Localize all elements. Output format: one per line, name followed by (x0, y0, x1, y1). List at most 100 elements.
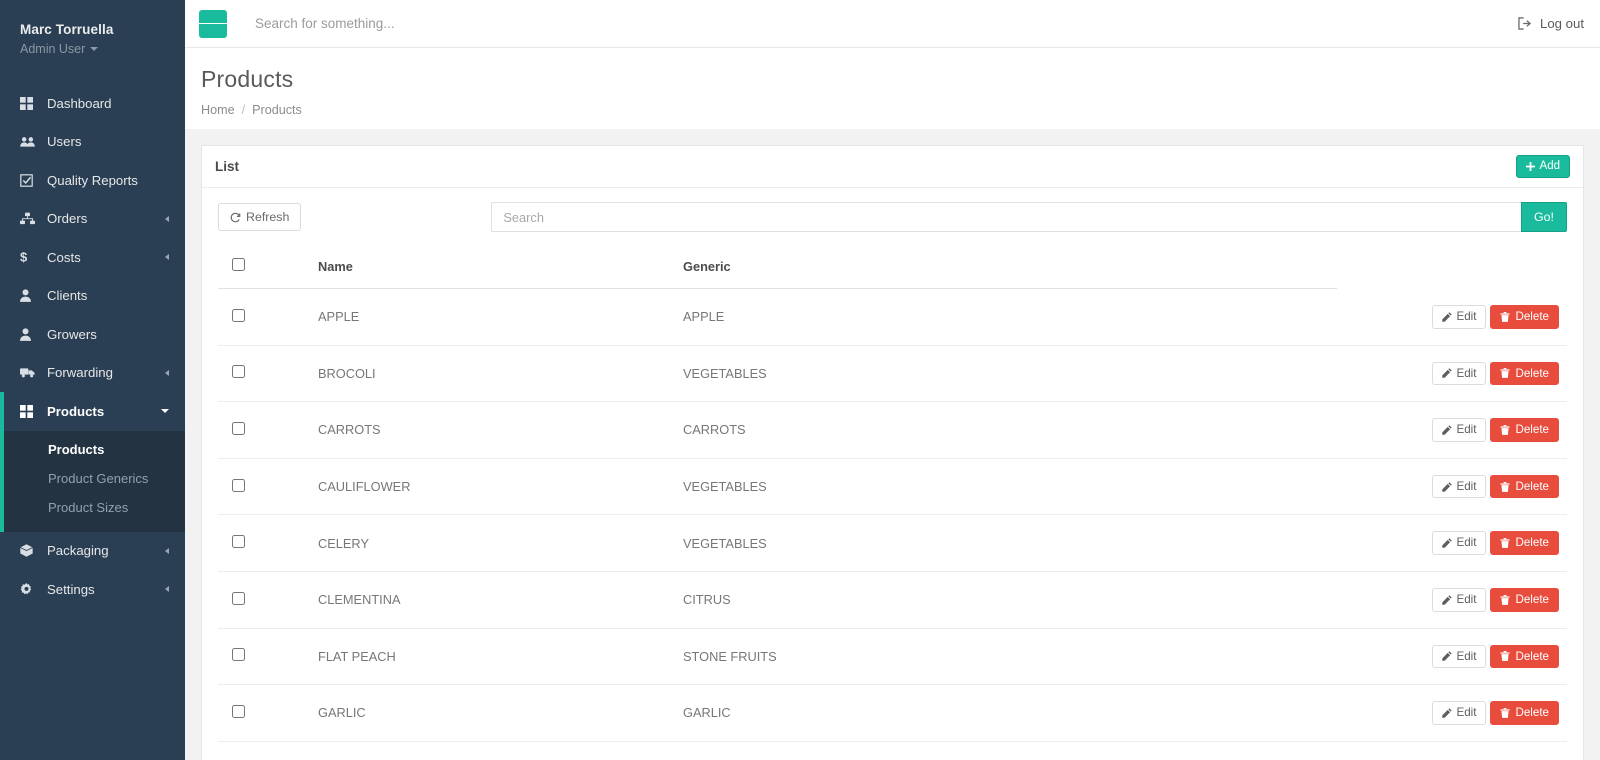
table-row: CLEMENTINA CITRUS Edit Delete (218, 571, 1567, 629)
list-search-group: Go! (491, 202, 1567, 232)
sitemap-icon (20, 212, 35, 225)
sidebar-item-dashboard[interactable]: Dashboard (0, 84, 185, 123)
sidebar-link-packaging[interactable]: Packaging (0, 532, 185, 571)
delete-button[interactable]: Delete (1490, 474, 1559, 499)
column-header-generic[interactable]: Generic (683, 248, 1337, 289)
sidebar-link-costs[interactable]: $ Costs (0, 238, 185, 277)
row-checkbox[interactable] (232, 308, 245, 322)
submenu-link-product-generics[interactable]: Product Generics (0, 464, 185, 493)
edit-button[interactable]: Edit (1431, 305, 1487, 329)
submenu-item-product-generics[interactable]: Product Generics (0, 464, 185, 493)
edit-button[interactable]: Edit (1431, 531, 1487, 555)
row-checkbox[interactable] (232, 478, 245, 492)
hamburger-icon[interactable] (199, 9, 227, 38)
sidebar-link-orders[interactable]: Orders (0, 200, 185, 239)
chevron-right-icon (165, 254, 169, 261)
table-row: CELERY VEGETABLES Edit Delete (218, 514, 1567, 572)
edit-button[interactable]: Edit (1431, 644, 1487, 669)
delete-button[interactable]: Delete (1490, 587, 1559, 612)
edit-button-label: Edit (1456, 366, 1477, 380)
edit-button[interactable]: Edit (1431, 474, 1487, 499)
sidebar-item-label: Clients (47, 288, 88, 304)
row-checkbox[interactable] (232, 648, 245, 662)
cell-name: CELERY (318, 514, 683, 572)
row-select-cell (218, 684, 318, 742)
list-panel: List Add Refresh Search Go! Name Generic… (201, 145, 1584, 760)
refresh-button[interactable]: Refresh (218, 202, 302, 232)
delete-button[interactable]: Delete (1490, 531, 1559, 555)
breadcrumb-item-home[interactable]: Home (201, 103, 235, 117)
main-area: Log out Products Home / Products List (185, 0, 1600, 760)
edit-button-label: Edit (1456, 649, 1477, 663)
column-header-name[interactable]: Name (318, 248, 683, 289)
pencil-icon (1441, 368, 1452, 379)
global-search-input[interactable] (255, 16, 675, 31)
sidebar-link-quality-reports[interactable]: Quality Reports (0, 161, 185, 200)
logout-button[interactable]: Log out (1518, 16, 1584, 31)
search-submit-button[interactable]: Go! (1521, 202, 1567, 232)
sidebar-item-orders[interactable]: Orders (0, 200, 185, 239)
trash-icon (1500, 707, 1511, 718)
sidebar-item-label: Users (47, 134, 82, 150)
select-all-checkbox[interactable] (232, 258, 245, 271)
sidebar-link-dashboard[interactable]: Dashboard (0, 84, 185, 123)
sidebar-link-clients[interactable]: Clients (0, 277, 185, 316)
cell-generic: APPLE (683, 288, 1337, 346)
delete-button[interactable]: Delete (1490, 644, 1559, 669)
row-checkbox[interactable] (232, 421, 245, 435)
dollar-icon: $ (20, 250, 35, 264)
list-search-input[interactable] (491, 202, 1522, 232)
panel-body: Refresh Go! (202, 188, 1583, 760)
delete-button-label: Delete (1515, 592, 1549, 606)
delete-button[interactable]: Delete (1490, 418, 1559, 442)
row-actions: Edit Delete (1337, 288, 1567, 346)
submenu-link-product-sizes[interactable]: Product Sizes (0, 493, 185, 522)
row-checkbox[interactable] (232, 535, 245, 549)
sidebar-item-growers[interactable]: Growers (0, 315, 185, 354)
pencil-icon (1441, 481, 1452, 492)
add-button[interactable]: Add (1515, 154, 1570, 179)
edit-button[interactable]: Edit (1431, 418, 1487, 442)
cell-name: CLEMENTINA (318, 571, 683, 629)
submenu-item-products[interactable]: Products (0, 435, 185, 464)
sidebar-item-packaging[interactable]: Packaging (0, 532, 185, 571)
sidebar-item-clients[interactable]: Clients (0, 277, 185, 316)
edit-button[interactable]: Edit (1431, 701, 1487, 725)
grid-icon (20, 404, 35, 418)
sidebar-item-quality-reports[interactable]: Quality Reports (0, 161, 185, 200)
sidebar-link-users[interactable]: Users (0, 123, 185, 162)
sidebar-item-forwarding[interactable]: Forwarding (0, 354, 185, 393)
edit-button[interactable]: Edit (1431, 587, 1487, 612)
row-checkbox[interactable] (232, 365, 245, 379)
list-toolbar: Refresh Go! (218, 202, 1567, 232)
edit-button[interactable]: Edit (1431, 361, 1487, 386)
row-checkbox[interactable] (232, 704, 245, 718)
sidebar-link-growers[interactable]: Growers (0, 315, 185, 354)
sidebar-link-products[interactable]: Products (0, 392, 185, 431)
delete-button[interactable]: Delete (1490, 361, 1559, 386)
sidebar-item-settings[interactable]: Settings (0, 570, 185, 609)
sidebar-item-users[interactable]: Users (0, 123, 185, 162)
cell-generic: GARLIC (683, 684, 1337, 742)
pencil-icon (1441, 312, 1452, 322)
delete-button[interactable]: Delete (1490, 305, 1559, 329)
breadcrumb-item-products[interactable]: Products (252, 103, 302, 117)
sidebar-link-settings[interactable]: Settings (0, 570, 185, 609)
sidebar-item-costs[interactable]: $ Costs (0, 238, 185, 277)
sidebar-item-label: Settings (47, 581, 95, 597)
user-role-dropdown[interactable]: Admin User (20, 42, 185, 56)
row-checkbox[interactable] (232, 591, 245, 605)
user-name: Marc Torruella (20, 22, 114, 37)
select-all-cell (218, 248, 318, 289)
trash-icon (1500, 538, 1511, 548)
sidebar-link-forwarding[interactable]: Forwarding (0, 354, 185, 393)
add-button-label: Add (1539, 159, 1560, 172)
submenu-item-product-sizes[interactable]: Product Sizes (0, 493, 185, 522)
row-select-cell (218, 628, 318, 686)
row-actions: Edit Delete (1337, 514, 1567, 572)
app-root: Marc Torruella Admin User Dashboard User… (0, 0, 1600, 760)
sidebar-item-products[interactable]: Products Products Product Generics Produ… (0, 392, 185, 532)
edit-button-label: Edit (1456, 310, 1477, 323)
delete-button[interactable]: Delete (1490, 701, 1559, 725)
submenu-link-products[interactable]: Products (0, 435, 185, 464)
